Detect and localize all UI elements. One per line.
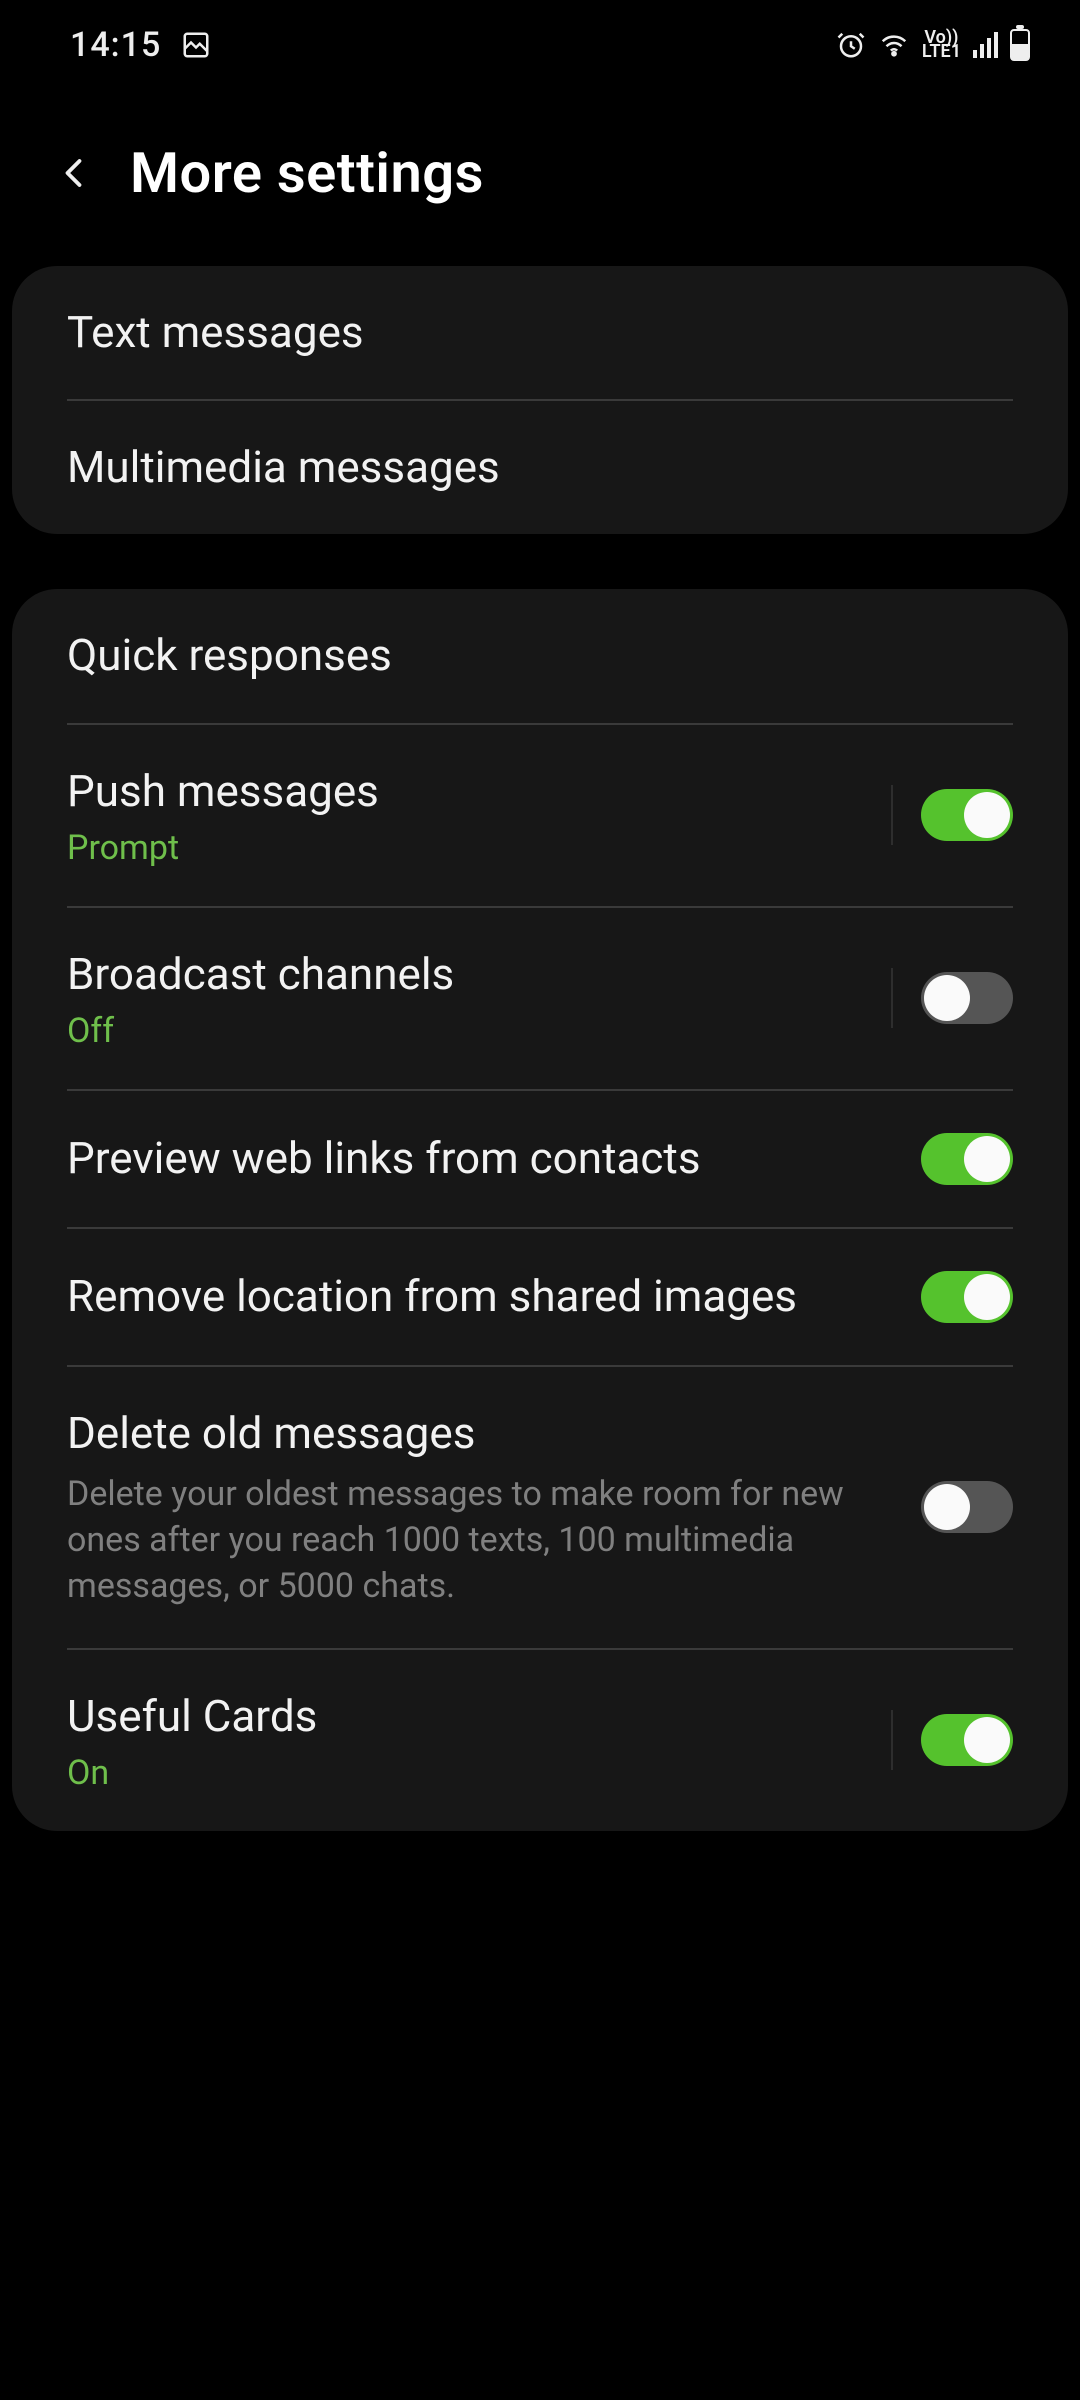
row-title: Delete old messages: [67, 1405, 891, 1462]
row-quick-responses[interactable]: Quick responses: [12, 589, 1068, 722]
status-time: 14:15: [70, 25, 161, 65]
row-push-messages[interactable]: Push messages Prompt: [12, 725, 1068, 906]
volte-icon: Vo)) LTE1: [922, 31, 961, 60]
row-title: Preview web links from contacts: [67, 1130, 891, 1187]
status-bar: 14:15 Vo)) LTE1: [0, 0, 1080, 90]
toggle-useful-cards[interactable]: [921, 1714, 1013, 1766]
page-title: More settings: [130, 140, 484, 206]
back-button[interactable]: [50, 148, 100, 198]
toggle-preview-web-links[interactable]: [921, 1133, 1013, 1185]
header: More settings: [0, 90, 1080, 266]
screenshot-indicator-icon: [181, 30, 211, 60]
row-title: Text messages: [67, 304, 983, 361]
row-title: Remove location from shared images: [67, 1268, 891, 1325]
toggle-push-messages[interactable]: [921, 789, 1013, 841]
toggle-broadcast-channels[interactable]: [921, 972, 1013, 1024]
chevron-left-icon: [57, 149, 93, 197]
row-multimedia-messages[interactable]: Multimedia messages: [12, 401, 1068, 534]
toggle-remove-location[interactable]: [921, 1271, 1013, 1323]
settings-group-messages: Text messages Multimedia messages: [12, 266, 1068, 534]
settings-group-main: Quick responses Push messages Prompt Bro…: [12, 589, 1068, 1831]
row-subtitle: Off: [67, 1011, 861, 1051]
battery-icon: [1010, 29, 1030, 61]
row-title: Useful Cards: [67, 1688, 861, 1745]
row-remove-location[interactable]: Remove location from shared images: [12, 1229, 1068, 1365]
row-subtitle: On: [67, 1753, 861, 1793]
row-preview-web-links[interactable]: Preview web links from contacts: [12, 1091, 1068, 1227]
row-broadcast-channels[interactable]: Broadcast channels Off: [12, 908, 1068, 1089]
row-title: Push messages: [67, 763, 861, 820]
row-useful-cards[interactable]: Useful Cards On: [12, 1650, 1068, 1831]
row-delete-old-messages[interactable]: Delete old messages Delete your oldest m…: [12, 1367, 1068, 1648]
row-text-messages[interactable]: Text messages: [12, 266, 1068, 399]
row-title: Multimedia messages: [67, 439, 983, 496]
row-title: Broadcast channels: [67, 946, 861, 1003]
alarm-icon: [836, 30, 866, 60]
row-subtitle: Prompt: [67, 828, 861, 868]
toggle-delete-old-messages[interactable]: [921, 1481, 1013, 1533]
signal-icon: [973, 32, 998, 58]
row-title: Quick responses: [67, 627, 983, 684]
wifi-icon: [878, 30, 910, 60]
row-subtitle: Delete your oldest messages to make room…: [67, 1472, 891, 1610]
